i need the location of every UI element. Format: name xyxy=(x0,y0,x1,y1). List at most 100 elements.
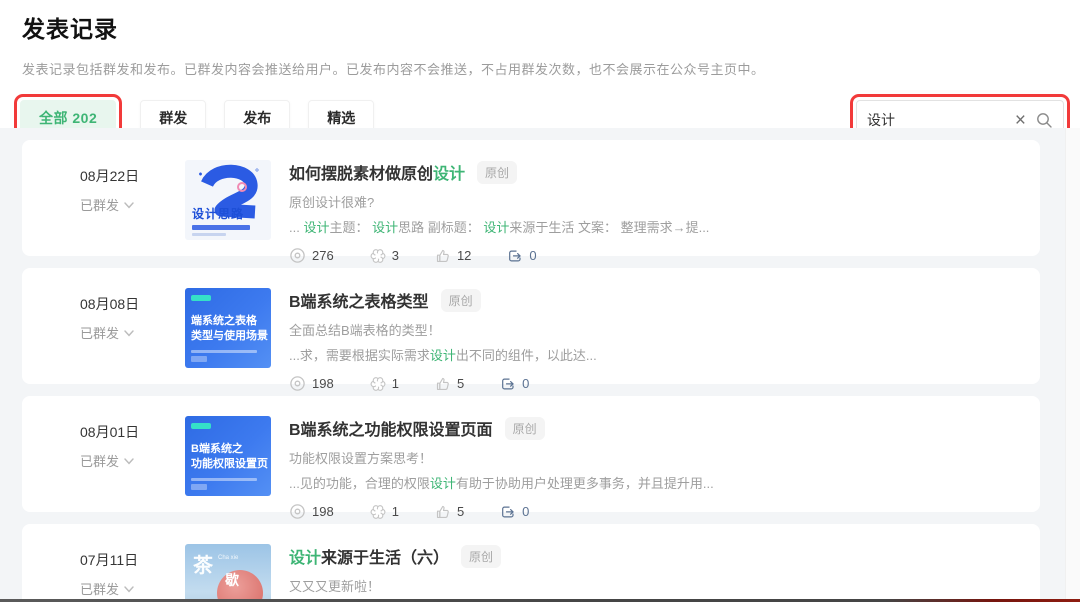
thumb-decoration xyxy=(191,484,207,490)
shares-count: 0 xyxy=(529,248,536,263)
likes-stat: 5 xyxy=(435,376,464,392)
chevron-down-icon xyxy=(124,453,134,468)
page-description: 发表记录包括群发和发布。已群发内容会推送给用户。已发布内容不会推送，不占用群发次… xyxy=(22,59,1058,78)
chevron-down-icon xyxy=(124,325,134,340)
eye-icon xyxy=(289,503,306,520)
article-summary: 功能权限设置方案思考！ xyxy=(289,448,1020,467)
thumb-subtitle: Cha xie xyxy=(218,555,238,561)
article-card[interactable]: 08月08日 已群发 端系统之表格 类型与使用场景 B端系统之表格类型 原 xyxy=(22,268,1040,384)
flower-icon xyxy=(370,248,386,264)
article-thumbnail[interactable]: 设计思路 xyxy=(185,160,271,240)
article-thumbnail[interactable]: B端系统之 功能权限设置页 xyxy=(185,416,271,496)
search-icon[interactable] xyxy=(1036,112,1053,129)
thumb-decoration xyxy=(237,182,247,192)
thumbs-up-icon xyxy=(435,248,451,264)
article-summary: 又又又更新啦！ xyxy=(289,576,1020,595)
stats-row: 276 3 12 0 xyxy=(289,247,1020,264)
views-count: 198 xyxy=(312,376,334,391)
views-count: 276 xyxy=(312,248,334,263)
flower-icon xyxy=(370,376,386,392)
clear-search-icon[interactable]: × xyxy=(1015,111,1026,130)
status-label: 已群发 xyxy=(80,323,119,342)
status-label: 已群发 xyxy=(80,195,119,214)
thumb-title-line: 功能权限设置页 xyxy=(191,457,267,472)
wow-count: 1 xyxy=(392,376,399,391)
article-title[interactable]: 设计来源于生活（六） xyxy=(289,544,449,568)
thumb-decoration xyxy=(191,356,207,362)
original-badge: 原创 xyxy=(477,161,517,184)
likes-stat: 12 xyxy=(435,248,471,264)
thumb-title-line: 类型与使用场景 xyxy=(191,329,267,344)
article-title[interactable]: B端系统之表格类型 xyxy=(289,288,429,312)
shares-stat: 0 xyxy=(507,248,536,264)
views-stat: 198 xyxy=(289,503,334,520)
share-arrow-icon xyxy=(507,248,523,264)
shares-count: 0 xyxy=(522,504,529,519)
article-excerpt: ... 设计主题： 设计思路 副标题： 设计来源于生活 文案： 整理需求→提..… xyxy=(289,217,1020,236)
views-stat: 198 xyxy=(289,375,334,392)
scrollbar-gutter[interactable] xyxy=(1065,128,1080,599)
article-summary: 原创设计很难? xyxy=(289,192,1020,211)
share-arrow-icon xyxy=(500,504,516,520)
original-badge: 原创 xyxy=(505,417,545,440)
shares-stat: 0 xyxy=(500,504,529,520)
wow-stat: 3 xyxy=(370,248,399,264)
thumb-decoration xyxy=(192,233,226,236)
article-excerpt: ...求，需要根据实际需求设计出不同的组件，以此达... xyxy=(289,345,1020,364)
article-card[interactable]: 08月01日 已群发 B端系统之 功能权限设置页 B端系统之功能权限设置页面 xyxy=(22,396,1040,512)
publish-date: 08月08日 xyxy=(80,294,185,314)
flower-icon xyxy=(370,504,386,520)
thumb-title: 歇 xyxy=(225,570,239,590)
status-label: 已群发 xyxy=(80,579,119,598)
status-label: 已群发 xyxy=(80,451,119,470)
eye-icon xyxy=(289,247,306,264)
thumb-title-line: 端系统之表格 xyxy=(191,314,267,329)
likes-count: 12 xyxy=(457,248,471,263)
search-input[interactable] xyxy=(867,112,1015,128)
publish-date: 08月22日 xyxy=(80,166,185,186)
status-dropdown[interactable]: 已群发 xyxy=(80,451,134,470)
thumb-title: 茶 xyxy=(193,549,213,578)
share-arrow-icon xyxy=(500,376,516,392)
thumb-decoration xyxy=(217,570,263,602)
article-title[interactable]: B端系统之功能权限设置页面 xyxy=(289,416,493,440)
status-dropdown[interactable]: 已群发 xyxy=(80,579,134,598)
article-list: 08月22日 已群发 设计思路 xyxy=(0,128,1080,602)
likes-stat: 5 xyxy=(435,504,464,520)
stats-row: 198 1 5 0 xyxy=(289,503,1020,520)
status-dropdown[interactable]: 已群发 xyxy=(80,323,134,342)
article-summary: 全面总结B端表格的类型！ xyxy=(289,320,1020,339)
thumbs-up-icon xyxy=(435,504,451,520)
article-title[interactable]: 如何摆脱素材做原创设计 xyxy=(289,160,465,184)
shares-stat: 0 xyxy=(500,376,529,392)
thumb-decoration xyxy=(192,225,250,230)
article-card[interactable]: 08月22日 已群发 设计思路 xyxy=(22,140,1040,256)
wow-count: 3 xyxy=(392,248,399,263)
chevron-down-icon xyxy=(124,197,134,212)
publish-records-page: 发表记录 发表记录包括群发和发布。已群发内容会推送给用户。已发布内容不会推送，不… xyxy=(0,0,1080,602)
status-dropdown[interactable]: 已群发 xyxy=(80,195,134,214)
thumb-title-line: B端系统之 xyxy=(191,442,267,457)
page-title: 发表记录 xyxy=(22,10,1058,44)
wow-stat: 1 xyxy=(370,504,399,520)
article-excerpt: ...见的功能，合理的权限设计有助于协助用户处理更多事务，并且提升用... xyxy=(289,473,1020,492)
eye-icon xyxy=(289,375,306,392)
article-thumbnail[interactable]: 茶 Cha xie 歇 xyxy=(185,544,271,602)
article-card[interactable]: 07月11日 已群发 茶 Cha xie 歇 设计来源于生活（六） 原创 xyxy=(22,524,1040,602)
thumb-decoration xyxy=(191,423,211,429)
original-badge: 原创 xyxy=(441,289,481,312)
thumbs-up-icon xyxy=(435,376,451,392)
thumb-decoration xyxy=(191,295,211,301)
wow-stat: 1 xyxy=(370,376,399,392)
publish-date: 08月01日 xyxy=(80,422,185,442)
likes-count: 5 xyxy=(457,376,464,391)
page-header: 发表记录 发表记录包括群发和发布。已群发内容会推送给用户。已发布内容不会推送，不… xyxy=(0,0,1080,78)
likes-count: 5 xyxy=(457,504,464,519)
chevron-down-icon xyxy=(124,581,134,596)
views-count: 198 xyxy=(312,504,334,519)
original-badge: 原创 xyxy=(461,545,501,568)
wow-count: 1 xyxy=(392,504,399,519)
stats-row: 198 1 5 0 xyxy=(289,375,1020,392)
article-thumbnail[interactable]: 端系统之表格 类型与使用场景 xyxy=(185,288,271,368)
shares-count: 0 xyxy=(522,376,529,391)
